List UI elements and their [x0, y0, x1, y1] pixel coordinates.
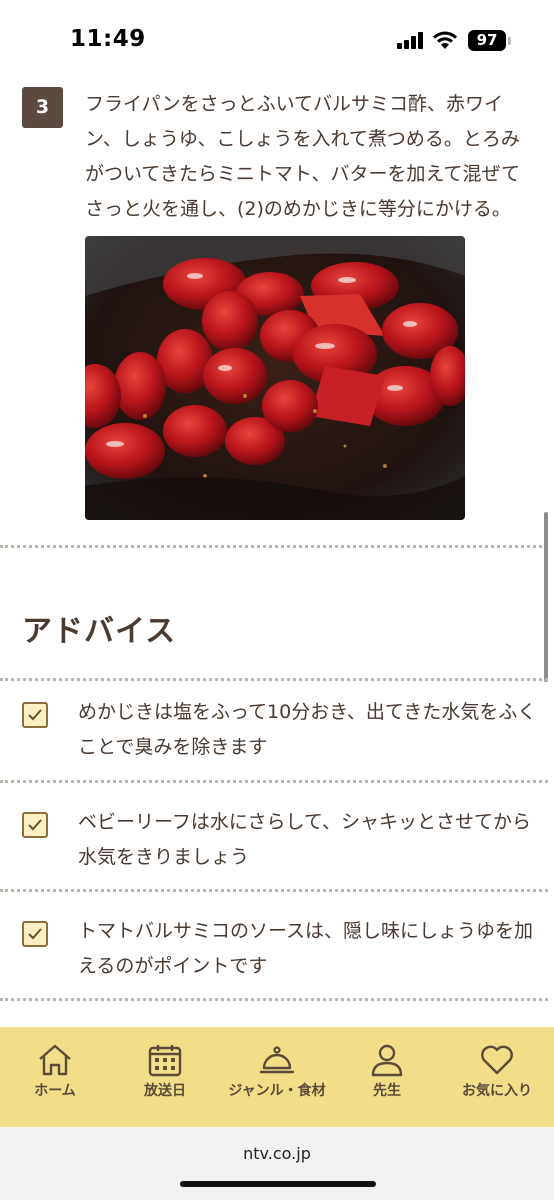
bottom-navigation: ホーム 放送日 ジャンル・食材 先生 お気に入り: [0, 1027, 554, 1127]
status-bar: 11:49 97: [0, 0, 554, 82]
person-icon: [371, 1044, 403, 1077]
nav-broadcast-date[interactable]: 放送日: [110, 1027, 220, 1127]
advice-divider: [0, 889, 548, 892]
nav-home[interactable]: ホーム: [0, 1027, 110, 1127]
nav-favorites[interactable]: お気に入り: [442, 1027, 552, 1127]
browser-address-bar[interactable]: ntv.co.jp: [0, 1127, 554, 1200]
url-text[interactable]: ntv.co.jp: [0, 1144, 554, 1163]
checkbox-icon: [22, 812, 48, 838]
nav-teacher-label: 先生: [373, 1083, 401, 1099]
home-icon: [39, 1044, 71, 1076]
advice-divider: [0, 780, 548, 783]
wifi-icon: [433, 31, 457, 49]
scrollbar[interactable]: [544, 512, 548, 682]
advice-text: トマトバルサミコのソースは、隠し味にしょうゆを加えるのがポイントです: [78, 920, 534, 977]
home-indicator[interactable]: [180, 1181, 376, 1187]
status-time: 11:49: [70, 26, 146, 52]
step-number-badge: 3: [22, 87, 63, 128]
cellular-signal-icon: [397, 31, 427, 49]
nav-broadcast-date-label: 放送日: [144, 1083, 186, 1099]
battery-tip: [508, 37, 511, 45]
heart-icon: [481, 1045, 513, 1075]
advice-text: めかじきは塩をふって10分おき、出てきた水気をふくことで臭みを除きます: [78, 701, 537, 758]
nav-home-label: ホーム: [34, 1083, 76, 1099]
nav-favorites-label: お気に入り: [462, 1083, 532, 1099]
cloche-icon: [259, 1046, 295, 1074]
advice-heading: アドバイス: [22, 614, 177, 649]
section-divider: [0, 545, 548, 548]
advice-divider: [0, 678, 548, 681]
nav-genre-ingredient-label: ジャンル・食材: [228, 1083, 326, 1099]
advice-text: ベビーリーフは水にさらして、シャキッとさせてから水気をきりましょう: [78, 811, 531, 868]
step-instruction-text: フライパンをさっとふいてバルサミコ酢、赤ワイン、しょうゆ、こしょうを入れて煮つめ…: [85, 93, 521, 220]
checkbox-icon: [22, 702, 48, 728]
step-photo: [85, 236, 465, 520]
calendar-icon: [148, 1045, 182, 1077]
nav-teacher[interactable]: 先生: [332, 1027, 442, 1127]
battery-indicator: 97: [468, 30, 506, 51]
advice-divider: [0, 998, 548, 1001]
checkbox-icon: [22, 921, 48, 947]
nav-genre-ingredient[interactable]: ジャンル・食材: [222, 1027, 332, 1127]
